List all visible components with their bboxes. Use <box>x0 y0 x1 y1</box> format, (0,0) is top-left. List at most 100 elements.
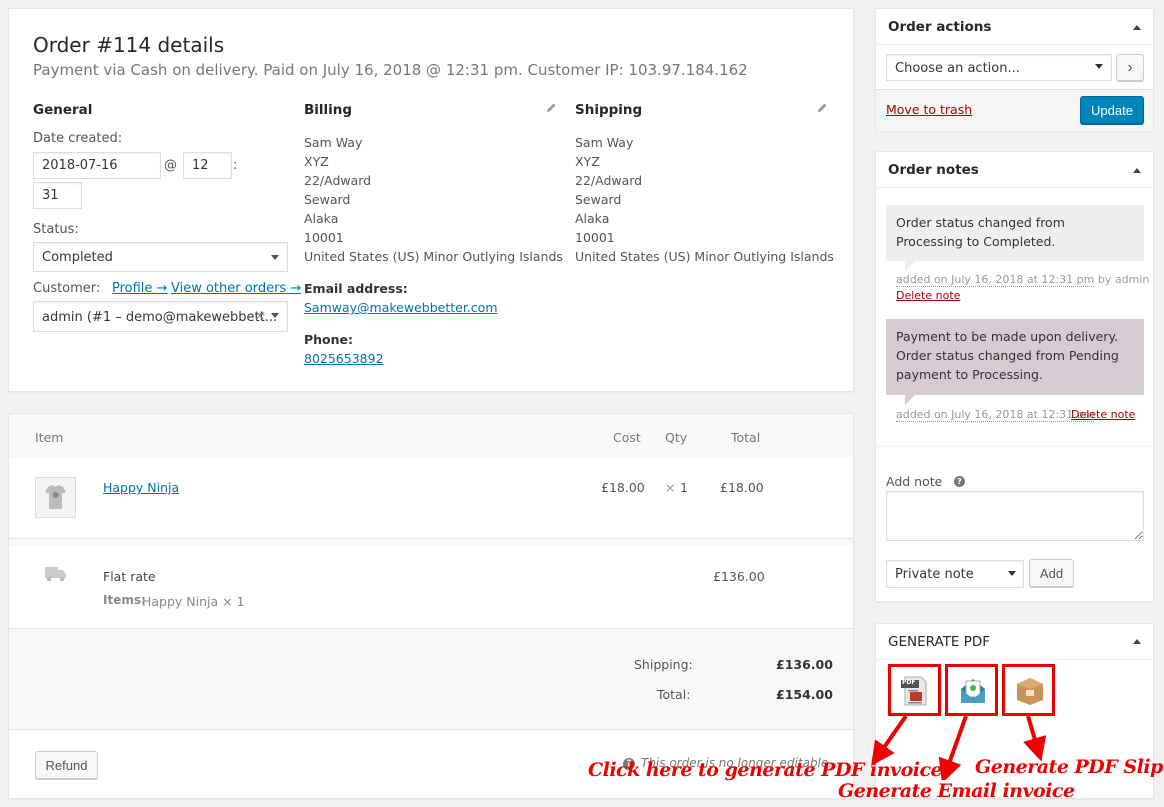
col-item: Item <box>35 430 64 445</box>
clear-customer-icon[interactable]: × <box>254 308 266 324</box>
billing-phone-link[interactable]: 8025653892 <box>304 351 384 366</box>
at-sign: @ <box>164 158 177 173</box>
email-label: Email address: <box>304 281 408 296</box>
divider <box>876 659 1153 660</box>
truck-icon <box>45 567 66 582</box>
note-text: Payment to be made upon delivery. Order … <box>896 329 1119 382</box>
annotation-pdf-invoice: Click here to generate PDF invoice <box>588 759 943 781</box>
add-note-button[interactable]: Add <box>1029 559 1074 587</box>
note-type-value: Private note <box>895 567 974 582</box>
move-to-trash-link[interactable]: Move to trash <box>886 102 972 117</box>
order-notes-title: Order notes <box>888 162 979 178</box>
totals-shipping-value: £136.00 <box>776 657 833 672</box>
billing-line: XYZ <box>304 154 329 169</box>
billing-line: Alaka <box>304 211 339 226</box>
shipping-line: Seward <box>575 192 622 207</box>
product-cost: £18.00 <box>601 480 645 495</box>
col-qty: Qty <box>665 430 688 445</box>
add-note-label: Add note <box>886 474 943 489</box>
product-thumbnail <box>35 477 76 518</box>
shipping-address: Sam Way XYZ 22/Adward Seward Alaka 10001… <box>575 133 834 266</box>
delete-note-link[interactable]: Delete note <box>896 289 960 302</box>
shipping-method-name: Flat rate <box>103 569 156 584</box>
status-select-value: Completed <box>42 250 113 265</box>
annotation-email-invoice: Generate Email invoice <box>838 780 1075 802</box>
note-timestamp: added on July 16, 2018 at 12:31 pm <box>896 273 1095 287</box>
tshirt-icon <box>45 485 66 509</box>
totals-area <box>9 628 853 730</box>
billing-heading: Billing <box>304 102 353 118</box>
order-action-select-value: Choose an action... <box>895 61 1020 76</box>
order-subtitle: Payment via Cash on delivery. Paid on Ju… <box>33 61 748 79</box>
edit-shipping-pencil-icon[interactable] <box>817 102 828 113</box>
chevron-down-icon <box>1008 571 1016 576</box>
package-box-icon <box>1017 678 1043 705</box>
order-note: Order status changed from Processing to … <box>886 205 1144 261</box>
shipping-line: Alaka <box>575 211 610 226</box>
hour-input[interactable]: 12 <box>183 152 232 179</box>
collapse-toggle-icon[interactable] <box>1133 168 1141 173</box>
shipping-items-value: Happy Ninja × 1 <box>142 594 245 609</box>
billing-line: 10001 <box>304 230 344 245</box>
refund-button[interactable]: Refund <box>35 751 98 779</box>
general-heading: General <box>33 102 93 118</box>
order-action-select[interactable]: Choose an action... <box>886 54 1112 81</box>
note-meta: added on July 16, 2018 at 12:31 pm <box>896 408 1095 422</box>
divider <box>9 538 853 546</box>
product-qty-x: × <box>665 480 676 495</box>
collapse-toggle-icon[interactable] <box>1133 25 1141 30</box>
shipping-line: XYZ <box>575 154 600 169</box>
apply-action-button[interactable]: › <box>1116 54 1144 81</box>
time-colon: : <box>233 158 238 173</box>
add-note-textarea[interactable] <box>886 491 1144 541</box>
edit-billing-pencil-icon[interactable] <box>546 102 557 113</box>
billing-address: Sam Way XYZ 22/Adward Seward Alaka 10001… <box>304 133 563 266</box>
collapse-toggle-icon[interactable] <box>1133 639 1141 644</box>
shipping-heading: Shipping <box>575 102 643 118</box>
totals-total-value: £154.00 <box>776 687 833 702</box>
billing-line: Sam Way <box>304 135 363 150</box>
pdf-slip-button[interactable] <box>1002 664 1055 716</box>
help-icon: ? <box>954 476 965 487</box>
note-author: by admin <box>1097 273 1150 286</box>
email-invoice-button[interactable] <box>945 664 998 716</box>
page-title: Order #114 details <box>33 33 225 57</box>
product-total: £18.00 <box>720 480 764 495</box>
note-timestamp: added on July 16, 2018 at 12:31 pm <box>896 408 1095 422</box>
totals-shipping-label: Shipping: <box>634 657 693 672</box>
product-name-link[interactable]: Happy Ninja <box>103 480 179 495</box>
totals-total-label: Total: <box>657 687 691 702</box>
date-created-input[interactable]: 2018-07-16 <box>33 152 161 179</box>
note-type-select[interactable]: Private note <box>886 560 1024 588</box>
generate-pdf-title: GENERATE PDF <box>888 634 991 650</box>
chevron-down-icon <box>1095 64 1103 69</box>
view-other-orders-link[interactable]: View other orders → <box>171 281 301 296</box>
divider <box>876 187 1153 188</box>
email-invoice-icon <box>961 679 985 703</box>
chevron-down-icon <box>271 313 279 318</box>
product-qty: 1 <box>680 480 688 495</box>
note-meta: added on July 16, 2018 at 12:31 pm by ad… <box>896 273 1150 287</box>
customer-select-value: admin (#1 – demo@makewebbett... <box>42 310 278 325</box>
col-total: Total <box>731 430 761 445</box>
shipping-line: United States (US) Minor Outlying Island… <box>575 249 834 264</box>
billing-email-link[interactable]: Samway@makewebbetter.com <box>304 300 498 315</box>
order-actions-title: Order actions <box>888 19 992 35</box>
status-select[interactable]: Completed <box>33 242 288 272</box>
customer-label: Customer: <box>33 281 101 296</box>
billing-line: United States (US) Minor Outlying Island… <box>304 249 563 264</box>
update-button[interactable]: Update <box>1080 96 1144 124</box>
col-cost: Cost <box>613 430 641 445</box>
profile-link[interactable]: Profile → <box>112 281 167 296</box>
date-created-label: Date created: <box>33 131 123 146</box>
customer-select[interactable]: admin (#1 – demo@makewebbett... <box>33 301 288 332</box>
status-label: Status: <box>33 222 79 237</box>
pdf-invoice-button[interactable]: PDF <box>888 664 941 716</box>
phone-label: Phone: <box>304 332 354 347</box>
minute-input[interactable]: 31 <box>33 182 82 209</box>
shipping-line-total: £136.00 <box>713 569 765 584</box>
divider <box>876 446 1153 447</box>
shipping-line: 10001 <box>575 230 615 245</box>
order-note: Payment to be made upon delivery. Order … <box>886 319 1144 395</box>
delete-note-link[interactable]: Delete note <box>1071 408 1135 421</box>
